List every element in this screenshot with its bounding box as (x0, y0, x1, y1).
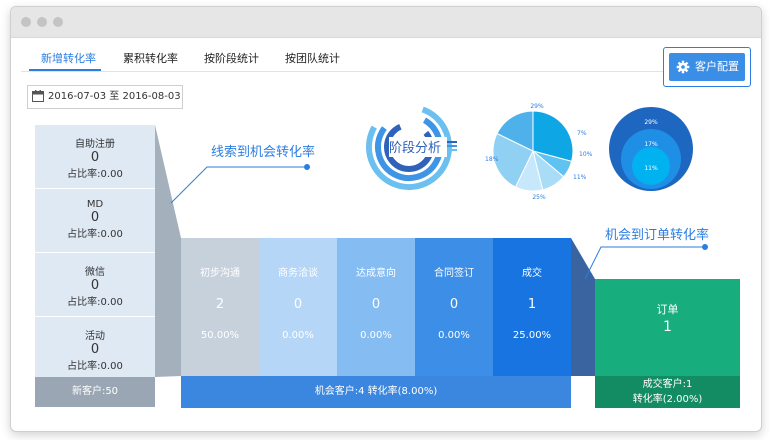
stage-count: 1 (527, 297, 537, 312)
stage-business-negotiation[interactable]: 商务洽谈 0 0.00% (259, 238, 337, 376)
lead-to-opportunity-label: 线索到机会转化率 (211, 145, 316, 160)
stage-ratio: 0.00% (360, 330, 392, 341)
source-name: 活动 (85, 331, 105, 342)
stage-ratio: 0.00% (438, 330, 470, 341)
app-window: 新增转化率 累积转化率 按阶段统计 按团队统计 客户配置 2016-07-03 … (10, 6, 762, 432)
order-count: 1 (663, 319, 672, 335)
source-name: 微信 (85, 267, 105, 278)
source-ratio: 占比率:0.00 (67, 361, 123, 372)
pie-label-4: 25% (532, 194, 546, 201)
stage-ratio: 50.00% (200, 330, 240, 341)
stage-contract-signed[interactable]: 合同签订 0 0.00% (415, 238, 493, 376)
stage-count: 0 (449, 297, 459, 312)
source-row: MD 0 占比率:0.00 (35, 189, 155, 251)
opportunity-to-order-label: 机会到订单转化率 (605, 228, 710, 243)
nested-label-inner: 11% (644, 165, 658, 172)
pie-label-0: 29% (530, 103, 544, 110)
stage-count: 2 (215, 297, 225, 312)
pie-label-2: 10% (579, 151, 593, 158)
stage-name: 初步沟通 (200, 268, 240, 279)
new-customers-bar: 新客户:50 (35, 377, 155, 407)
deal-summary-bar: 成交客户:1 转化率(2.00%) (595, 376, 740, 408)
source-ratio: 占比率:0.00 (67, 169, 123, 180)
deal-rate: 转化率(2.00%) (632, 394, 703, 405)
stage-count: 0 (293, 297, 303, 312)
stage-intent-reached[interactable]: 达成意向 0 0.00% (337, 238, 415, 376)
source-count: 0 (90, 210, 100, 225)
stage-closed-deal[interactable]: 成交 1 25.00% (493, 238, 571, 376)
lead-callout-line (170, 166, 307, 204)
lead-callout-dot (304, 164, 310, 170)
nested-label-outer: 29% (644, 119, 658, 126)
stage-name: 合同签订 (434, 268, 474, 279)
pie-label-3: 11% (573, 174, 587, 181)
pie-label-5: 18% (485, 156, 499, 163)
stage-ratio: 25.00% (512, 330, 552, 341)
source-ratio: 占比率:0.00 (67, 229, 123, 240)
stage-initial-contact[interactable]: 初步沟通 2 50.00% (181, 238, 259, 376)
source-count: 0 (90, 150, 100, 165)
opportunity-summary-bar: 机会客户:4 转化率(8.00%) (181, 376, 571, 408)
pie-label-1: 7% (577, 130, 587, 137)
source-row: 自助注册 0 占比率:0.00 (35, 125, 155, 187)
source-count: 0 (90, 342, 100, 357)
distribution-pie-chart: 29% 7% 10% 11% 25% 18% (485, 103, 593, 201)
source-ratio: 占比率:0.00 (67, 297, 123, 308)
nested-circles-chart: 29% 17% 11% (609, 107, 693, 191)
order-box: 订单 1 (595, 279, 740, 376)
deal-customers: 成交客户:1 (642, 379, 693, 390)
order-callout-line (584, 246, 705, 280)
source-name: 自助注册 (75, 139, 115, 150)
stage-name: 成交 (522, 268, 542, 279)
stage-ratio: 0.00% (282, 330, 314, 341)
source-name: MD (86, 199, 104, 210)
stage-name: 商务洽谈 (278, 268, 318, 279)
stage-name: 达成意向 (356, 268, 396, 279)
stage-analysis-label: 阶段分析 (389, 141, 441, 156)
right-funnel-connector (571, 238, 595, 376)
stage-analysis-donut-icon: 阶段分析 (366, 104, 457, 190)
source-row: 活动 0 占比率:0.00 (35, 317, 155, 379)
source-count: 0 (90, 278, 100, 293)
source-row: 微信 0 占比率:0.00 (35, 253, 155, 315)
left-funnel-connector (155, 125, 181, 377)
stage-count: 0 (371, 297, 381, 312)
order-label: 订单 (656, 303, 679, 316)
order-callout-dot (702, 244, 708, 250)
nested-label-middle: 17% (644, 141, 658, 148)
lead-source-column: 自助注册 0 占比率:0.00 MD 0 占比率:0.00 微信 0 占比率:0… (35, 125, 155, 377)
